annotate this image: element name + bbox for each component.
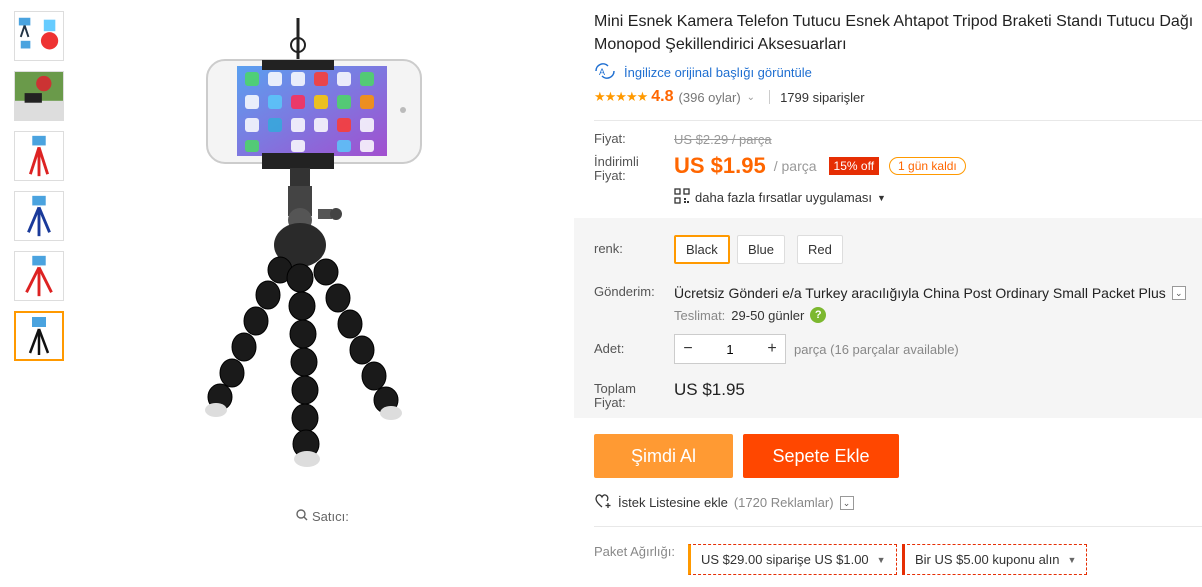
caret-down-icon: ▼ <box>876 554 886 565</box>
help-icon[interactable]: ? <box>810 307 827 323</box>
discount-price-label-2: Fiyat: <box>594 168 626 183</box>
color-option-red[interactable]: Red <box>797 235 843 264</box>
thumbnail-4[interactable] <box>14 191 64 241</box>
wishlist-count: (1720 Reklamlar) <box>733 495 834 510</box>
quantity-availability: parça (16 parçalar available) <box>794 342 959 357</box>
current-price: US $1.95 <box>674 153 766 178</box>
coupon-select-text: Bir US $5.00 kuponu alın <box>915 552 1060 567</box>
thumbnail-6-active[interactable] <box>14 311 64 361</box>
delivery-value: 29-50 günler <box>731 307 805 323</box>
divider <box>769 90 771 104</box>
chevron-down-icon[interactable]: ⌄ <box>1171 286 1186 300</box>
qr-code-icon <box>674 188 690 207</box>
shipping-method[interactable]: Ücretsiz Gönderi e/a Turkey aracılığıyla… <box>674 285 1186 301</box>
orders-count: 1799 siparişler <box>780 89 865 105</box>
wishlist-link[interactable]: İstek Listesine ekle (1720 Reklamlar) ⌄ <box>594 493 854 512</box>
more-deals-text: daha fazla fırsatlar uygulaması <box>695 190 873 205</box>
thumbnail-strip <box>14 11 64 371</box>
quantity-label: Adet: <box>594 341 625 356</box>
search-icon <box>296 509 308 524</box>
seller-label: Satıcı: <box>312 509 349 524</box>
translate-icon: A <box>594 63 616 82</box>
color-label: renk: <box>594 241 623 256</box>
svg-text:A: A <box>599 67 605 77</box>
price-label: Fiyat: <box>594 131 626 146</box>
discount-badge: 15% off <box>828 157 880 175</box>
price-row: US $1.95 / parça 15% off 1 gün kaldı <box>674 153 966 179</box>
options-box <box>574 218 1202 418</box>
package-weight-label: Paket Ağırlığı: <box>594 544 675 559</box>
minus-icon[interactable]: − <box>675 340 701 358</box>
product-info-panel: Mini Esnek Kamera Telefon Tutucu Esnek A… <box>574 0 1202 587</box>
shipping-label: Gönderim: <box>594 284 655 299</box>
thumbnail-3[interactable] <box>14 131 64 181</box>
color-option-blue[interactable]: Blue <box>737 235 786 264</box>
total-price: US $1.95 <box>674 380 745 399</box>
chevron-down-icon[interactable]: ⌄ <box>747 92 755 103</box>
caret-down-icon: ▼ <box>1067 554 1077 565</box>
chevron-down-icon[interactable]: ⌄ <box>839 495 854 510</box>
quantity-stepper: − + <box>674 334 786 364</box>
total-label-1: Toplam <box>594 381 636 396</box>
coupon-store[interactable]: US $29.00 siparişe US $1.00 ▼ <box>688 544 897 575</box>
divider <box>594 120 1202 121</box>
coupon-store-text: US $29.00 siparişe US $1.00 <box>701 552 869 567</box>
divider <box>594 526 1202 527</box>
delivery-label: Teslimat: <box>674 307 726 323</box>
seller-zoom[interactable]: Satıcı: <box>296 509 349 524</box>
caret-down-icon: ▼ <box>877 192 886 203</box>
thumbnail-5[interactable] <box>14 251 64 301</box>
thumbnail-1[interactable] <box>14 11 64 61</box>
more-deals-link[interactable]: daha fazla fırsatlar uygulaması ▼ <box>674 188 886 207</box>
thumbnail-2[interactable] <box>14 71 64 121</box>
translate-link-text: İngilizce orijinal başlığı görüntüle <box>624 65 812 80</box>
days-left-badge: 1 gün kaldı <box>889 157 966 175</box>
add-to-cart-button[interactable]: Sepete Ekle <box>743 434 899 478</box>
delivery-estimate: Teslimat: 29-50 günler ? <box>674 307 827 323</box>
translate-title-link[interactable]: A İngilizce orijinal başlığı görüntüle <box>594 63 812 82</box>
rating-row: ★★★★★ 4.8 (396 oylar) ⌄ 1799 siparişler <box>594 88 865 106</box>
buy-now-button[interactable]: Şimdi Al <box>594 434 733 478</box>
plus-icon[interactable]: + <box>759 340 785 358</box>
rating-value: 4.8 <box>651 88 674 105</box>
quantity-input[interactable] <box>701 341 759 357</box>
main-product-image[interactable] <box>150 10 480 495</box>
product-title: Mini Esnek Kamera Telefon Tutucu Esnek A… <box>594 13 1194 53</box>
star-rating-icon: ★★★★★ <box>594 89 648 104</box>
shipping-text: Ücretsiz Gönderi e/a Turkey aracılığıyla… <box>674 285 1166 301</box>
tripod-phone-illustration <box>205 18 422 467</box>
total-label-2: Fiyat: <box>594 395 626 410</box>
original-price: US $2.29 / parça <box>674 132 772 147</box>
discount-price-label-1: İndirimli <box>594 154 639 169</box>
color-option-black[interactable]: Black <box>674 235 730 264</box>
coupon-select[interactable]: Bir US $5.00 kuponu alın ▼ <box>902 544 1088 575</box>
price-unit: / parça <box>773 158 817 174</box>
votes-count[interactable]: (396 oylar) <box>679 90 741 105</box>
wishlist-text: İstek Listesine ekle <box>618 495 728 510</box>
heart-plus-icon <box>594 493 612 512</box>
